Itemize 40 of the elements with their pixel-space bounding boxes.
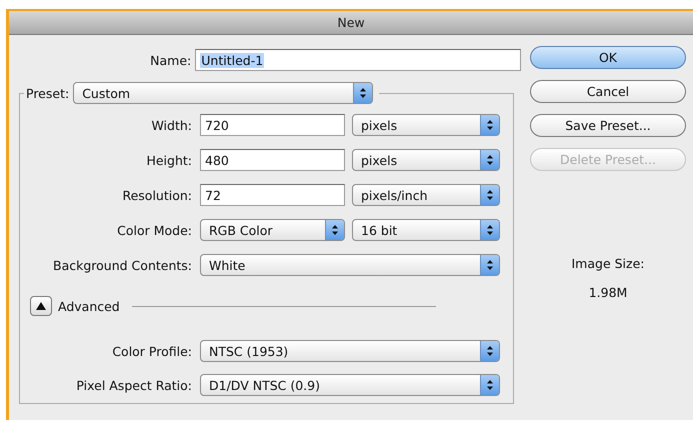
- field-label: Color Mode:: [116, 222, 193, 238]
- dialog-button[interactable]: Save Preset...: [530, 114, 686, 137]
- stepper-arrows-icon: [480, 375, 499, 395]
- field-label: Width:: [150, 118, 193, 132]
- stepper-arrows-icon: [480, 150, 499, 170]
- stepper-arrows-icon: [325, 220, 344, 240]
- stepper-arrows-icon: [480, 255, 499, 275]
- field-label: Resolution:: [121, 188, 193, 202]
- dropdown[interactable]: pixels: [352, 114, 500, 136]
- image-size-value: 1.98M: [588, 285, 628, 300]
- dropdown[interactable]: 16 bit: [352, 219, 500, 241]
- field-label: Name:: [149, 52, 192, 68]
- dialog-button[interactable]: Cancel: [530, 80, 686, 103]
- name-field[interactable]: Untitled-1: [195, 49, 521, 71]
- input-field[interactable]: 720: [200, 114, 345, 136]
- dropdown[interactable]: White: [200, 254, 500, 276]
- section-label: Advanced: [58, 298, 120, 314]
- dropdown[interactable]: D1/DV NTSC (0.9): [200, 374, 500, 396]
- dropdown[interactable]: pixels: [352, 149, 500, 171]
- dialog-button[interactable]: OK: [530, 46, 686, 69]
- stepper-arrows-icon: [480, 115, 499, 135]
- window-title: New: [337, 15, 365, 30]
- input-field[interactable]: 480: [200, 149, 345, 171]
- field-label: Height:: [145, 152, 193, 168]
- dropdown[interactable]: NTSC (1953): [200, 340, 500, 362]
- disclosure-button[interactable]: [30, 296, 52, 316]
- dropdown[interactable]: Custom: [73, 82, 374, 104]
- stepper-arrows-icon: [480, 220, 499, 240]
- field-label: Color Profile:: [111, 344, 193, 358]
- image-size-label: Image Size:: [572, 256, 644, 271]
- field-label: Pixel Aspect Ratio:: [75, 378, 193, 392]
- stepper-arrows-icon: [480, 341, 499, 361]
- stepper-arrows-icon: [353, 83, 372, 103]
- field-label: Background Contents:: [52, 258, 193, 272]
- dropdown[interactable]: RGB Color: [200, 219, 345, 241]
- input-field[interactable]: 72: [200, 184, 345, 206]
- dropdown[interactable]: pixels/inch: [352, 184, 500, 206]
- stepper-arrows-icon: [480, 185, 499, 205]
- triangle-up-icon: [36, 302, 46, 310]
- field-label: Preset:: [26, 86, 70, 100]
